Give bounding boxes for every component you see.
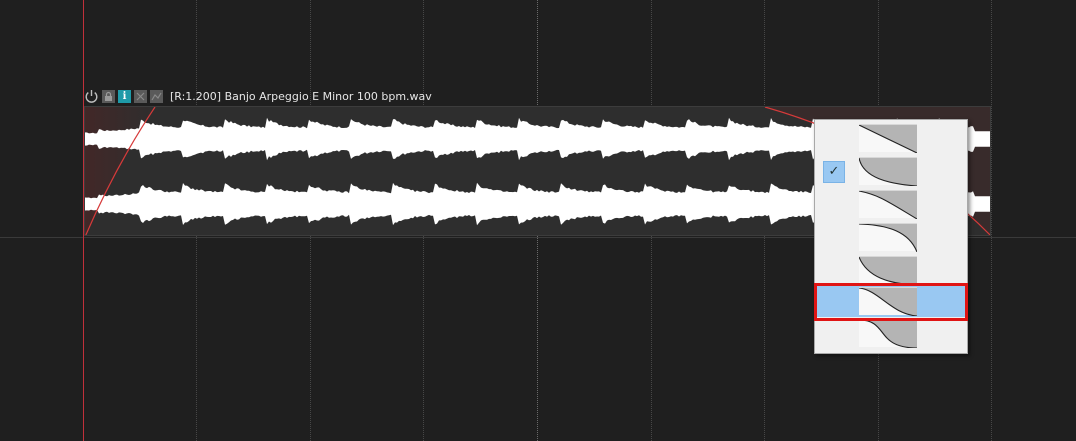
fade-curve-icon: [859, 124, 917, 153]
fade-shape-item-fast-end[interactable]: [815, 188, 967, 220]
fade-curve-icon: [859, 287, 917, 316]
media-item-header[interactable]: i [R:1.200] Banjo Arpeggio E Minor 100 b…: [84, 87, 432, 105]
fade-shape-item-sharp-curve[interactable]: [815, 285, 967, 317]
edit-cursor[interactable]: [83, 0, 84, 441]
fade-curve-icon: [859, 319, 917, 348]
gridline: [991, 0, 992, 441]
fade-curve-icon: [859, 157, 917, 186]
fade-shape-item-fast-start[interactable]: ✓: [815, 155, 967, 187]
fade-shape-item-slow-start[interactable]: [815, 221, 967, 253]
fade-shape-item-linear[interactable]: [815, 122, 967, 154]
take-fx-icon[interactable]: [134, 89, 147, 103]
fade-curve-icon: [859, 190, 917, 219]
checkmark-icon: ✓: [823, 161, 845, 183]
fade-curve-icon: [859, 256, 917, 285]
fade-shape-item-s-curve[interactable]: [815, 317, 967, 349]
power-icon[interactable]: [84, 89, 99, 104]
fade-shape-menu[interactable]: ✓: [814, 119, 968, 354]
lock-icon[interactable]: [102, 89, 115, 103]
fade-curve-icon: [859, 223, 917, 252]
fade-shape-item-slow-end[interactable]: [815, 254, 967, 286]
envelope-icon[interactable]: [150, 89, 163, 103]
item-title: [R:1.200] Banjo Arpeggio E Minor 100 bpm…: [170, 89, 432, 103]
info-icon[interactable]: i: [118, 89, 131, 103]
